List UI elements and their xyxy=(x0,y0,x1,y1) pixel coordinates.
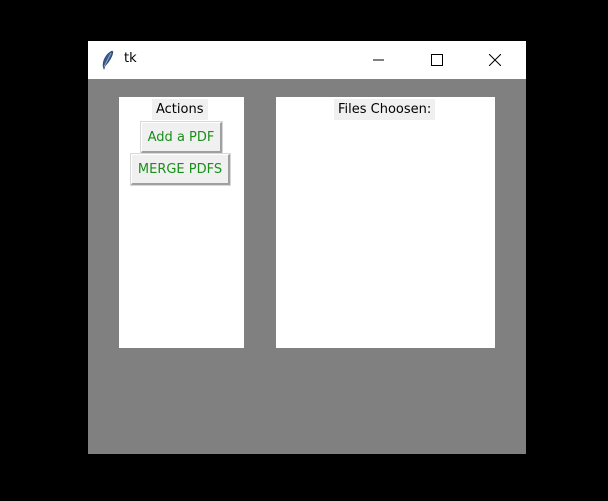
actions-label: Actions xyxy=(152,99,208,120)
files-label: Files Choosen: xyxy=(334,99,436,120)
title-bar[interactable]: tk xyxy=(88,41,526,79)
add-pdf-button[interactable]: Add a PDF xyxy=(141,122,222,153)
maximize-button[interactable] xyxy=(414,41,460,79)
feather-icon xyxy=(101,50,115,70)
window-title: tk xyxy=(124,51,137,66)
merge-pdfs-button[interactable]: MERGE PDFS xyxy=(131,154,230,185)
actions-panel: Actions Add a PDF MERGE PDFS xyxy=(119,97,244,348)
minimize-button[interactable] xyxy=(356,41,402,79)
files-panel: Files Choosen: xyxy=(276,97,495,348)
close-button[interactable] xyxy=(472,41,518,79)
close-icon xyxy=(488,51,502,70)
minimize-icon xyxy=(373,51,385,70)
maximize-icon xyxy=(431,51,443,70)
app-window: tk Actions Add a PDF MERGE PDFS Files Ch… xyxy=(88,41,526,454)
